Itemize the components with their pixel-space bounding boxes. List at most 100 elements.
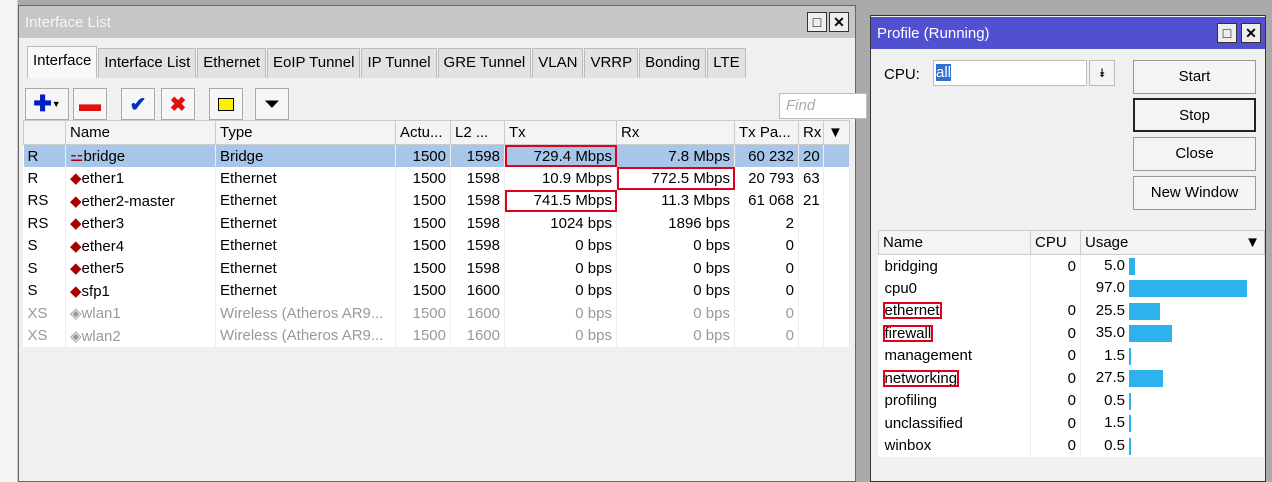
table-row[interactable]: XS ◈wlan2 Wireless (Atheros AR9... 1500 1600… [23, 324, 850, 347]
column-header[interactable]: Tx [504, 120, 617, 145]
cell-txp: 2 [734, 212, 799, 235]
close-icon[interactable]: ✕ [1241, 23, 1261, 43]
column-menu-icon[interactable]: ▼ [823, 120, 850, 145]
list-item[interactable]: cpu0 97.0 [878, 277, 1265, 300]
cell-mtu: 1500 [395, 324, 451, 347]
close-button[interactable]: Close [1133, 137, 1256, 171]
list-item[interactable]: bridging 0 5.0 [878, 254, 1265, 277]
profile-window: Profile (Running) □ ✕ CPU: all ⯯ Start S… [870, 15, 1266, 482]
tab-interface[interactable]: Interface [27, 46, 98, 78]
cell-name: ◆ether4 [65, 234, 216, 257]
usage-bar [1129, 325, 1172, 343]
table-row[interactable]: R ◆ether1 Ethernet 1500 1598 10.9 Mbps 772.5 M… [23, 167, 850, 190]
cell-tx: 0 bps [504, 257, 617, 280]
tab-ethernet[interactable]: Ethernet [197, 48, 266, 78]
cell-usage: 25.5 [1080, 299, 1265, 322]
cell-mtu: 1500 [395, 212, 451, 235]
new-window-button[interactable]: New Window [1133, 176, 1256, 210]
table-row[interactable]: RS ◆ether3 Ethernet 1500 1598 1024 bps 1896 bp… [23, 212, 850, 235]
bridge-icon: ⚍ [70, 148, 84, 165]
cell-rx: 1896 bps [616, 212, 735, 235]
column-header-usage[interactable]: Usage ▼ [1080, 230, 1265, 255]
cell-cpu: 0 [1030, 254, 1081, 277]
maximize-icon[interactable]: □ [807, 12, 827, 32]
column-header[interactable]: L2 ... [450, 120, 505, 145]
table-row[interactable]: S ◆ether5 Ethernet 1500 1598 0 bps 0 bps 0 [23, 257, 850, 280]
cpu-select[interactable]: all [933, 60, 1087, 86]
tab-vrrp[interactable]: VRRP [584, 48, 639, 78]
ethernet-icon: ◆ [70, 192, 82, 210]
remove-button[interactable]: ▬ [73, 88, 107, 120]
column-header[interactable]: Tx Pa... [734, 120, 799, 145]
cell-name: cpu0 [878, 277, 1031, 300]
cell-l2: 1598 [450, 234, 505, 257]
column-header[interactable]: Type [215, 120, 396, 145]
list-item[interactable]: profiling 0 0.5 [878, 389, 1265, 412]
cell-cpu [1030, 277, 1081, 300]
cell-usage: 0.5 [1080, 389, 1265, 412]
cell-type: Ethernet [215, 234, 396, 257]
column-header-name[interactable]: Name [878, 230, 1031, 255]
note-icon [218, 97, 234, 111]
enable-button[interactable]: ✔ [121, 88, 155, 120]
window-title-bar[interactable]: Interface List [19, 6, 855, 38]
list-item[interactable]: unclassified 0 1.5 [878, 412, 1265, 435]
table-row[interactable]: R ⚍bridge Bridge 1500 1598 729.4 Mbps 7.8 Mbps… [23, 144, 850, 167]
column-header[interactable]: Rx [798, 120, 824, 145]
table-row[interactable]: S ◆sfp1 Ethernet 1500 1600 0 bps 0 bps 0 [23, 279, 850, 302]
tab-lte[interactable]: LTE [707, 48, 746, 78]
tab-interface-list[interactable]: Interface List [98, 48, 197, 78]
table-row[interactable]: S ◆ether4 Ethernet 1500 1598 0 bps 0 bps 0 [23, 234, 850, 257]
column-header[interactable] [23, 120, 66, 145]
list-item[interactable]: management 0 1.5 [878, 344, 1265, 367]
cell-flag: RS [23, 212, 66, 235]
ethernet-icon: ◆ [70, 237, 82, 255]
table-row[interactable]: XS ◈wlan1 Wireless (Atheros AR9... 1500 1600… [23, 302, 850, 325]
find-input[interactable]: Find [779, 93, 867, 119]
column-header[interactable]: Actu... [395, 120, 451, 145]
cell-cpu: 0 [1030, 389, 1081, 412]
filter-button[interactable]: ⏷ [255, 88, 289, 120]
window-title-bar[interactable]: Profile (Running) [871, 17, 1265, 49]
close-icon[interactable]: ✕ [829, 12, 849, 32]
list-item[interactable]: networking 0 27.5 [878, 367, 1265, 390]
cell-l2: 1598 [450, 167, 505, 190]
tab-ip-tunnel[interactable]: IP Tunnel [361, 48, 437, 78]
tab-bonding[interactable]: Bonding [639, 48, 707, 78]
column-header[interactable]: Name [65, 120, 216, 145]
add-button[interactable]: ✚ ▼ [25, 88, 69, 120]
cell-type: Ethernet [215, 279, 396, 302]
comment-button[interactable] [209, 88, 243, 120]
tab-vlan[interactable]: VLAN [532, 48, 584, 78]
start-button[interactable]: Start [1133, 60, 1256, 94]
cell-name: ◈wlan1 [65, 302, 216, 325]
table-row[interactable]: RS ◆ether2-master Ethernet 1500 1598 741.5 Mb… [23, 189, 850, 212]
tab-bar: Interface Interface List Ethernet EoIP Tunn… [27, 46, 747, 78]
disable-button[interactable]: ✖ [161, 88, 195, 120]
cell-name: profiling [878, 389, 1031, 412]
column-header[interactable]: Rx [616, 120, 735, 145]
cell-tx: 0 bps [504, 234, 617, 257]
stop-button[interactable]: Stop [1133, 98, 1256, 132]
cell-usage: 5.0 [1080, 254, 1265, 277]
list-item[interactable]: firewall 0 35.0 [878, 322, 1265, 345]
cell-rxp [798, 324, 824, 347]
cell-name: bridging [878, 254, 1031, 277]
column-header-cpu[interactable]: CPU [1030, 230, 1081, 255]
cell-tx: 0 bps [504, 324, 617, 347]
tab-gre-tunnel[interactable]: GRE Tunnel [437, 48, 532, 78]
cell-rx: 0 bps [616, 279, 735, 302]
dropdown-arrow-icon[interactable]: ⯯ [1089, 60, 1115, 86]
maximize-icon[interactable]: □ [1217, 23, 1237, 43]
tab-eoip-tunnel[interactable]: EoIP Tunnel [266, 48, 361, 78]
interface-table: Name Type Actu... L2 ... Tx Rx Tx Pa... Rx ▼ R ⚍b… [23, 120, 850, 347]
cell-name: ◆ether2-master [65, 189, 216, 212]
cell-txp: 61 068 [734, 189, 799, 212]
list-item[interactable]: winbox 0 0.5 [878, 434, 1265, 457]
cell-name: ◆sfp1 [65, 279, 216, 302]
cell-name: ethernet [878, 299, 1031, 322]
cell-name: ◆ether5 [65, 257, 216, 280]
cell-rx: 0 bps [616, 257, 735, 280]
cell-txp: 20 793 [734, 167, 799, 190]
list-item[interactable]: ethernet 0 25.5 [878, 299, 1265, 322]
